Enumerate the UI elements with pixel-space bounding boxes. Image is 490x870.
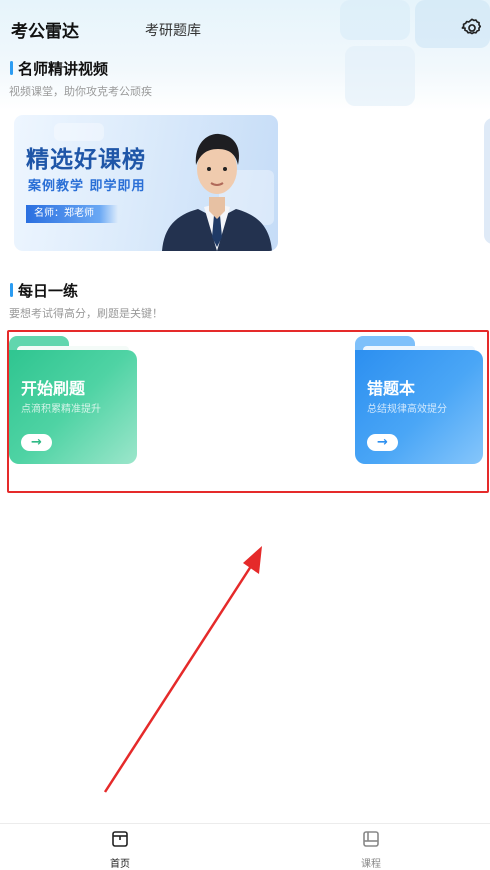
- gear-icon[interactable]: [461, 17, 483, 39]
- nav-label-course: 课程: [361, 859, 381, 870]
- section-title-text: 每日一练: [18, 282, 79, 300]
- tab-kaoyan-question-bank[interactable]: 考研题库: [145, 20, 201, 40]
- section-accent-bar: [10, 283, 13, 297]
- section-subtitle-videos: 视频课堂，助你攻克考公顽疾: [9, 85, 152, 98]
- section-subtitle-daily: 要想考试得高分，刷题是关键！: [9, 307, 163, 320]
- top-header: 考公雷达 考研题库: [0, 0, 490, 56]
- nav-label-home: 首页: [110, 859, 130, 870]
- nav-item-home[interactable]: 首页: [90, 830, 150, 870]
- course-banner[interactable]: 精选好课榜 案例教学 即学即用 名师：郑老师: [14, 115, 278, 251]
- banner-decoration: [54, 123, 104, 141]
- banner-title: 精选好课榜: [26, 147, 146, 173]
- section-accent-bar: [10, 61, 13, 75]
- banner-teacher-tag: 名师：郑老师: [26, 205, 118, 223]
- bottom-navigation: 首页 课程: [0, 823, 490, 870]
- teacher-photo: [162, 133, 272, 251]
- section-title-videos: 名师精讲视频: [10, 58, 108, 79]
- banner-subtitle: 案例教学 即学即用: [28, 179, 146, 194]
- section-title-daily: 每日一练: [10, 280, 78, 301]
- course-icon: [363, 831, 379, 847]
- home-icon: [112, 831, 128, 847]
- next-banner-peek[interactable]: [484, 118, 490, 244]
- tab-kaogong-radar[interactable]: 考公雷达: [11, 17, 79, 42]
- nav-item-course[interactable]: 课程: [341, 830, 401, 870]
- highlight-box: [7, 330, 489, 493]
- section-title-text: 名师精讲视频: [18, 60, 109, 78]
